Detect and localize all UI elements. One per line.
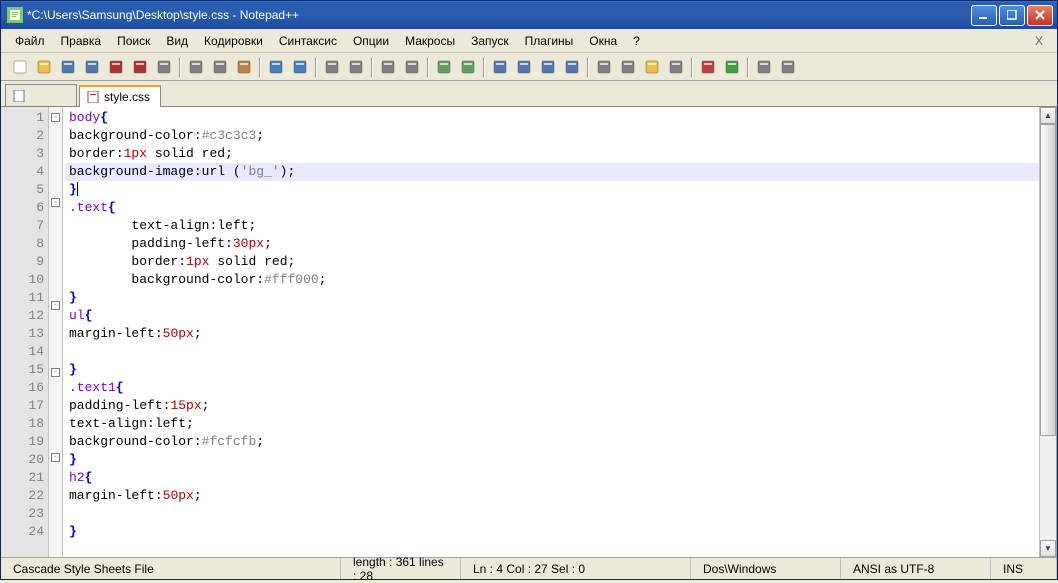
- folder-icon[interactable]: [641, 56, 663, 78]
- wrap-icon[interactable]: [489, 56, 511, 78]
- maximize-button[interactable]: [999, 5, 1025, 26]
- close-icon[interactable]: [105, 56, 127, 78]
- redo-icon[interactable]: [289, 56, 311, 78]
- plugin1-icon[interactable]: [753, 56, 775, 78]
- user-lang-icon[interactable]: [561, 56, 583, 78]
- record-icon[interactable]: [697, 56, 719, 78]
- save-icon[interactable]: [57, 56, 79, 78]
- editor: 123456789101112131415161718192021222324 …: [1, 107, 1057, 557]
- status-encoding: ANSI as UTF-8: [841, 558, 991, 579]
- window-title: *C:\Users\Samsung\Desktop\style.css - No…: [27, 8, 971, 22]
- print-icon[interactable]: [153, 56, 175, 78]
- menu-view[interactable]: Вид: [158, 32, 196, 50]
- scroll-down-icon[interactable]: ▼: [1040, 540, 1056, 557]
- titlebar[interactable]: *C:\Users\Samsung\Desktop\style.css - No…: [1, 1, 1057, 29]
- undo-icon[interactable]: [265, 56, 287, 78]
- indent-guide-icon[interactable]: [537, 56, 559, 78]
- cut-icon[interactable]: [185, 56, 207, 78]
- menu-macros[interactable]: Макросы: [397, 32, 463, 50]
- tab-blank[interactable]: [5, 84, 77, 106]
- code-area[interactable]: body{background-color:#c3c3c3;border:1px…: [63, 107, 1039, 557]
- menu-file[interactable]: Файл: [7, 32, 53, 50]
- find-icon[interactable]: [321, 56, 343, 78]
- menu-options[interactable]: Опции: [345, 32, 397, 50]
- app-icon: [7, 7, 23, 23]
- toolbar-separator: [259, 57, 261, 77]
- file-icon: [12, 89, 26, 103]
- toolbar-separator: [691, 57, 693, 77]
- mdi-close[interactable]: X: [1027, 32, 1051, 50]
- toolbar-separator: [179, 57, 181, 77]
- close-all-icon[interactable]: [129, 56, 151, 78]
- window-buttons: [971, 5, 1053, 26]
- menu-syntax[interactable]: Синтаксис: [271, 32, 345, 50]
- monitor-icon[interactable]: [665, 56, 687, 78]
- new-file-icon[interactable]: [9, 56, 31, 78]
- statusbar: Cascade Style Sheets File length : 361 l…: [1, 557, 1057, 579]
- toolbar-separator: [587, 57, 589, 77]
- file-modified-icon: [86, 90, 100, 104]
- sync-v-icon[interactable]: [433, 56, 455, 78]
- plugin2-icon[interactable]: [777, 56, 799, 78]
- menu-plugins[interactable]: Плагины: [517, 32, 582, 50]
- menu-windows[interactable]: Окна: [581, 32, 625, 50]
- open-icon[interactable]: [33, 56, 55, 78]
- doc-map-icon[interactable]: [593, 56, 615, 78]
- replace-icon[interactable]: [345, 56, 367, 78]
- fold-column[interactable]: -----: [49, 107, 63, 557]
- zoom-in-icon[interactable]: [377, 56, 399, 78]
- status-insert-mode: INS: [991, 558, 1057, 579]
- status-length: length : 361 lines : 28: [341, 558, 461, 579]
- close-button[interactable]: [1027, 5, 1053, 26]
- save-all-icon[interactable]: [81, 56, 103, 78]
- status-filetype: Cascade Style Sheets File: [1, 558, 341, 579]
- tab-active[interactable]: style.css: [79, 85, 161, 107]
- toolbar-separator: [315, 57, 317, 77]
- sync-h-icon[interactable]: [457, 56, 479, 78]
- toolbar-separator: [371, 57, 373, 77]
- copy-icon[interactable]: [209, 56, 231, 78]
- menu-run[interactable]: Запуск: [463, 32, 517, 50]
- menu-search[interactable]: Поиск: [109, 32, 158, 50]
- toolbar-separator: [483, 57, 485, 77]
- tab-label: style.css: [104, 90, 150, 104]
- func-list-icon[interactable]: [617, 56, 639, 78]
- show-all-icon[interactable]: [513, 56, 535, 78]
- toolbar-separator: [427, 57, 429, 77]
- toolbar-separator: [747, 57, 749, 77]
- status-position: Ln : 4 Col : 27 Sel : 0: [461, 558, 691, 579]
- line-number-gutter: 123456789101112131415161718192021222324: [1, 107, 49, 557]
- toolbar: [1, 53, 1057, 81]
- menubar: Файл Правка Поиск Вид Кодировки Синтакси…: [1, 29, 1057, 53]
- play-icon[interactable]: [721, 56, 743, 78]
- scroll-thumb[interactable]: [1040, 124, 1056, 436]
- app-window: *C:\Users\Samsung\Desktop\style.css - No…: [0, 0, 1058, 580]
- scroll-track[interactable]: [1040, 124, 1056, 540]
- status-eol: Dos\Windows: [691, 558, 841, 579]
- vertical-scrollbar[interactable]: ▲ ▼: [1039, 107, 1056, 557]
- scroll-up-icon[interactable]: ▲: [1040, 107, 1056, 124]
- zoom-out-icon[interactable]: [401, 56, 423, 78]
- menu-encoding[interactable]: Кодировки: [196, 32, 271, 50]
- menu-help[interactable]: ?: [625, 32, 648, 50]
- menu-edit[interactable]: Правка: [53, 32, 110, 50]
- paste-icon[interactable]: [233, 56, 255, 78]
- minimize-button[interactable]: [971, 5, 997, 26]
- tabbar: style.css: [1, 81, 1057, 107]
